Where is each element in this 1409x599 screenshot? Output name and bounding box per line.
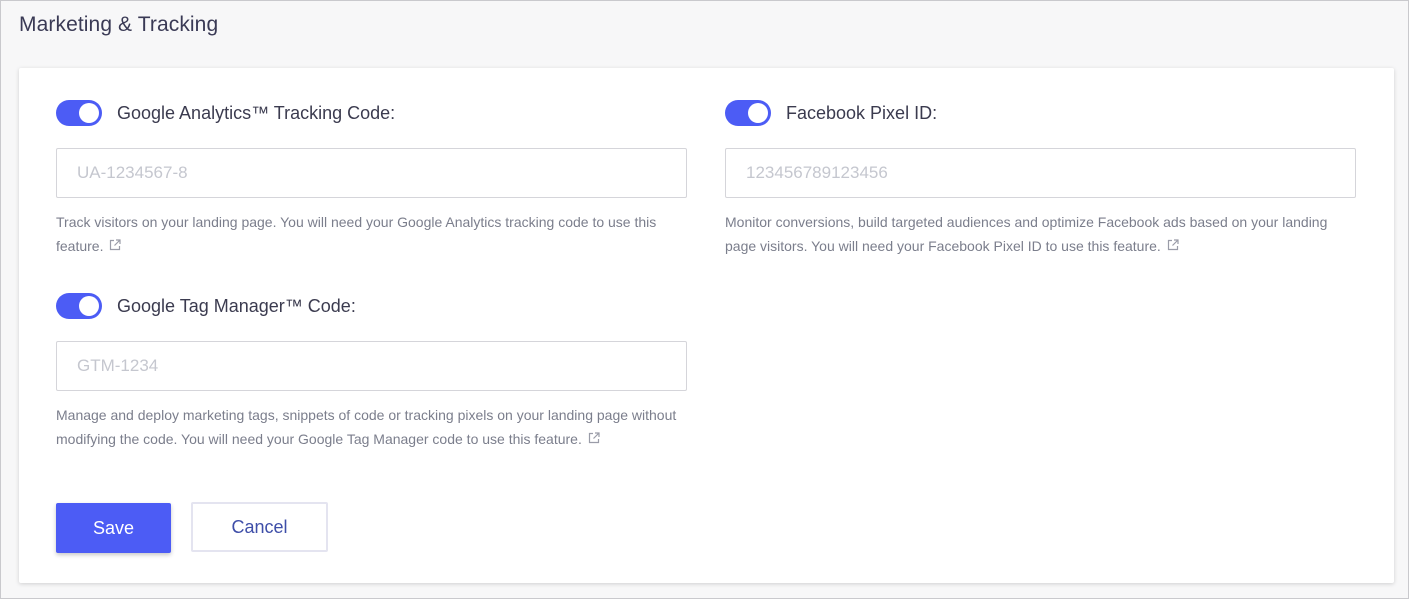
toggle-knob [79,296,99,316]
google-analytics-field: Google Analytics™ Tracking Code: Track v… [56,99,687,258]
external-link-icon[interactable] [588,432,600,444]
google-analytics-label: Google Analytics™ Tracking Code: [117,102,396,123]
tag-manager-label: Google Tag Manager™ Code: [117,295,356,316]
google-analytics-header: Google Analytics™ Tracking Code: [56,99,687,127]
external-link-icon[interactable] [1167,239,1179,251]
tag-manager-header: Google Tag Manager™ Code: [56,292,687,320]
save-button[interactable]: Save [56,503,171,553]
external-link-icon[interactable] [109,239,122,251]
facebook-pixel-field: Facebook Pixel ID: Monitor conversions, … [725,99,1356,258]
facebook-pixel-label: Facebook Pixel ID: [786,102,938,123]
tag-manager-help-text: Manage and deploy marketing tags, snippe… [56,407,677,447]
tag-manager-field: Google Tag Manager™ Code: Manage and dep… [56,292,687,451]
section-title: Marketing & Tracking [19,13,219,36]
facebook-pixel-help: Monitor conversions, build targeted audi… [725,210,1356,258]
facebook-pixel-toggle[interactable] [725,100,771,126]
google-analytics-toggle[interactable] [56,100,102,126]
cancel-button[interactable]: Cancel [191,502,328,552]
facebook-pixel-input[interactable] [725,148,1356,198]
google-analytics-help-text: Track visitors on your landing page. You… [56,214,657,254]
google-analytics-input[interactable] [56,148,687,198]
tag-manager-toggle[interactable] [56,293,102,319]
toggle-knob [748,103,768,123]
settings-card: Google Analytics™ Tracking Code: Track v… [19,68,1394,583]
toggle-knob [79,103,99,123]
tag-manager-help: Manage and deploy marketing tags, snippe… [56,403,687,451]
google-analytics-help: Track visitors on your landing page. You… [56,210,687,258]
settings-panel: Marketing & Tracking Google Analytics™ T… [0,0,1409,599]
facebook-pixel-help-text: Monitor conversions, build targeted audi… [725,214,1328,254]
tag-manager-input[interactable] [56,341,687,391]
facebook-pixel-header: Facebook Pixel ID: [725,99,1356,127]
